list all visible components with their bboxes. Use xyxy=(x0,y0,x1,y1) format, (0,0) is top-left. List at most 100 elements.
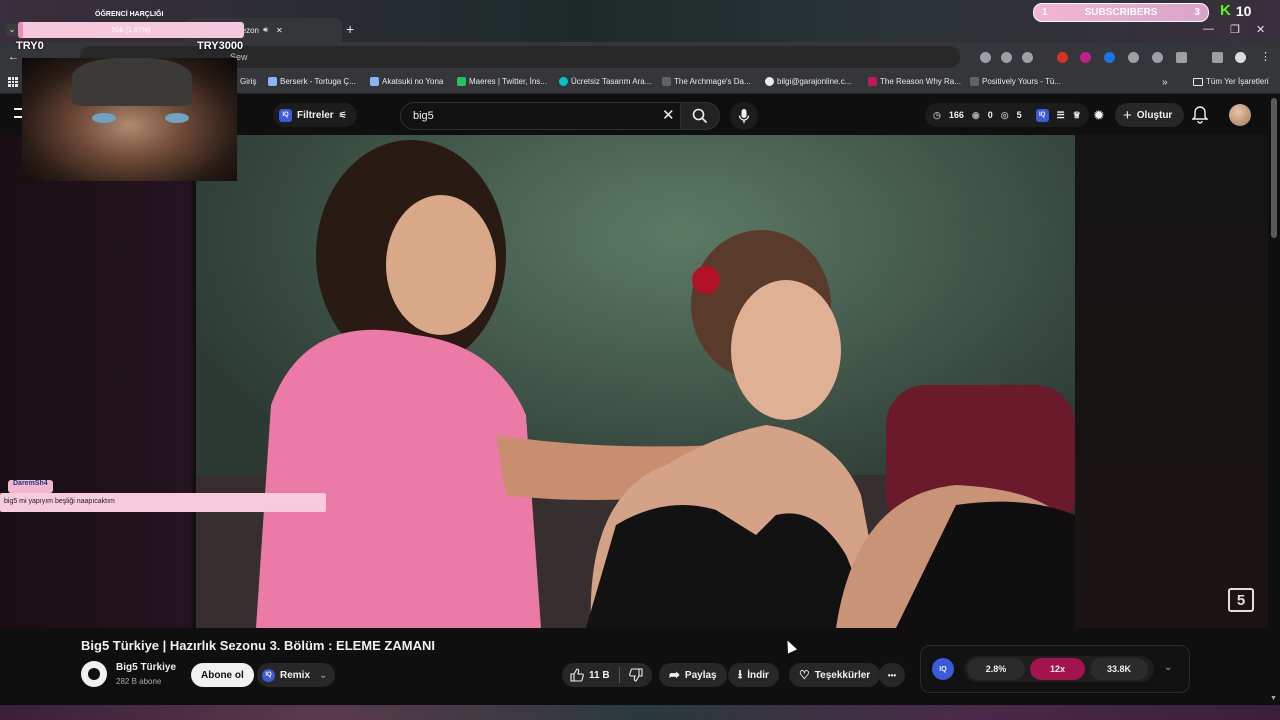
tab-close-icon[interactable]: ✕ xyxy=(276,26,283,35)
bookmark-item[interactable]: bilgi@garajonline.c... xyxy=(765,77,851,86)
search-icon xyxy=(692,108,708,124)
bookmark-item[interactable]: Positively Yours - Tü... xyxy=(970,77,1061,86)
scroll-down-icon[interactable]: ▼ xyxy=(1270,695,1277,702)
tab-search-icon[interactable]: ⌄ xyxy=(6,24,18,36)
like-button[interactable]: 11 B xyxy=(570,668,610,682)
search-input[interactable]: big5 xyxy=(400,102,680,130)
cast-icon[interactable] xyxy=(980,52,991,63)
extensions-puzzle-icon[interactable] xyxy=(1176,52,1187,63)
bookmark-label: Berserk - Tortuga Ç... xyxy=(280,77,356,86)
share-button[interactable]: ➦ Paylaş xyxy=(659,663,727,687)
iq-percent[interactable]: 2.8% xyxy=(967,658,1025,680)
kick-logo-icon: K xyxy=(1220,2,1231,19)
extension-cloud-icon[interactable] xyxy=(1152,52,1163,63)
bookmark-item[interactable]: Maeres | Twitter, İns... xyxy=(457,77,547,86)
stat-value: 0 xyxy=(987,110,993,120)
bookmark-label: bilgi@garajonline.c... xyxy=(777,77,852,86)
search-button[interactable] xyxy=(680,102,720,130)
extension-stats[interactable]: ◷ 166 ◉ 0 ◎ 5 IQ ☰ ♕ xyxy=(925,103,1089,127)
menu-kebab-icon[interactable]: ⋮ xyxy=(1260,50,1271,63)
hide-icon[interactable] xyxy=(1001,52,1012,63)
minimize-icon[interactable]: — xyxy=(1203,23,1214,35)
notifications-bell-icon[interactable] xyxy=(1191,106,1209,129)
more-actions-button[interactable]: ••• xyxy=(879,663,905,687)
iq-badge-icon: IQ xyxy=(262,668,275,682)
list-icon: ☰ xyxy=(1056,109,1065,120)
remix-button[interactable]: IQ Remix ⌄ xyxy=(257,663,336,687)
share-label: Paylaş xyxy=(684,669,717,681)
bookmark-label: Positively Yours - Tü... xyxy=(982,77,1061,86)
bookmark-item[interactable]: Giriş xyxy=(240,77,256,86)
filters-label: Filtreler xyxy=(297,109,334,121)
filters-button[interactable]: IQ Filtreler ⚟ xyxy=(273,103,357,127)
thumbs-up-icon xyxy=(570,668,584,682)
channel-logo-icon xyxy=(88,668,100,680)
user-avatar[interactable] xyxy=(1229,104,1251,126)
extension-bulb-icon[interactable] xyxy=(1128,52,1139,63)
webcam-hat xyxy=(72,58,192,106)
extension-blue-icon[interactable] xyxy=(1104,52,1115,63)
subs-label: SUBSCRIBERS xyxy=(1084,7,1158,18)
microphone-icon xyxy=(738,109,750,123)
stat-value: 166 xyxy=(948,110,964,120)
search-value: big5 xyxy=(413,110,434,122)
share-icon: ➦ xyxy=(669,667,680,682)
voice-search-button[interactable] xyxy=(730,102,758,130)
new-tab-button[interactable]: + xyxy=(346,21,354,37)
bookmark-label: Ücretsiz Tasarım Ara... xyxy=(571,77,652,86)
tab-audio-icon[interactable]: 🔊︎ xyxy=(263,25,268,35)
goal-start: TRY0 xyxy=(16,40,44,52)
star-icon[interactable] xyxy=(1022,52,1033,63)
thanks-button[interactable]: ♡ Teşekkürler xyxy=(789,663,881,687)
bookmark-label: The Reason Why Ra... xyxy=(880,77,961,86)
eye-icon: ◉ xyxy=(971,109,980,120)
stat-value: 5 xyxy=(1016,110,1022,120)
remix-label: Remix xyxy=(280,669,311,681)
channel-avatar[interactable] xyxy=(81,661,107,687)
iq-logo-icon[interactable]: IQ xyxy=(932,658,954,680)
iq-views[interactable]: 33.8K xyxy=(1090,658,1148,680)
scrollbar-thumb[interactable] xyxy=(1271,98,1277,238)
bookmark-item[interactable]: Ücretsiz Tasarım Ara... xyxy=(559,77,651,86)
iq-badge-icon: IQ xyxy=(1035,108,1049,122)
bookmark-favicon-icon xyxy=(268,77,277,86)
mouse-cursor xyxy=(782,638,798,654)
profile-icon[interactable] xyxy=(1235,52,1246,63)
bookmark-item[interactable]: The Archmage's Da... xyxy=(662,77,751,86)
chat-message: big5 mi yapıyım beşliği naapıcaktım xyxy=(0,493,326,512)
iq-badge-icon: IQ xyxy=(279,108,292,122)
subscribe-button[interactable]: Abone ol xyxy=(191,663,254,687)
webcam-eye xyxy=(92,113,116,123)
channel-subscriber-count: 282 B abone xyxy=(116,677,162,686)
video-player[interactable] xyxy=(196,135,1075,628)
shorts-remix-icon[interactable]: ✹ xyxy=(1093,107,1105,124)
download-button[interactable]: ⭳ İndir xyxy=(728,663,779,687)
bookmark-favicon-icon xyxy=(370,77,379,86)
close-window-icon[interactable]: ✕ xyxy=(1256,23,1265,36)
bookmarks-overflow-icon[interactable]: » xyxy=(1162,77,1168,88)
channel-watermark[interactable]: 5 xyxy=(1228,588,1254,612)
plus-icon: + xyxy=(1123,106,1132,124)
bookmark-item[interactable]: Akatsuki no Yona xyxy=(370,77,443,86)
bookmark-label: Maeres | Twitter, İns... xyxy=(469,77,547,86)
back-icon[interactable]: ← xyxy=(8,51,19,63)
bookmark-favicon-icon xyxy=(559,77,568,86)
apps-grid-icon[interactable] xyxy=(8,77,18,87)
iq-speed[interactable]: 12x xyxy=(1030,658,1085,680)
thumbs-down-icon[interactable] xyxy=(628,668,643,682)
chevron-down-icon: ⌄ xyxy=(319,669,328,681)
channel-name[interactable]: Big5 Türkiye xyxy=(116,662,176,673)
maximize-icon[interactable]: ❐ xyxy=(1230,23,1240,36)
chevron-down-icon[interactable]: ⌄ xyxy=(1164,662,1172,673)
media-control-icon[interactable] xyxy=(1212,52,1223,63)
extension-pink-icon[interactable] xyxy=(1080,52,1091,63)
subscriber-goal: 1 SUBSCRIBERS 3 xyxy=(1033,3,1209,22)
bookmark-item[interactable]: The Reason Why Ra... xyxy=(868,77,961,86)
clear-search-icon[interactable]: ✕ xyxy=(662,106,675,124)
bookmark-favicon-icon xyxy=(662,77,671,86)
bookmark-item[interactable]: Berserk - Tortuga Ç... xyxy=(268,77,356,86)
all-bookmarks-folder[interactable]: Tüm Yer İşaretleri xyxy=(1193,77,1269,86)
extension-red-icon[interactable] xyxy=(1057,52,1068,63)
bookmark-favicon-icon xyxy=(765,77,774,86)
create-button[interactable]: + Oluştur xyxy=(1115,103,1185,127)
